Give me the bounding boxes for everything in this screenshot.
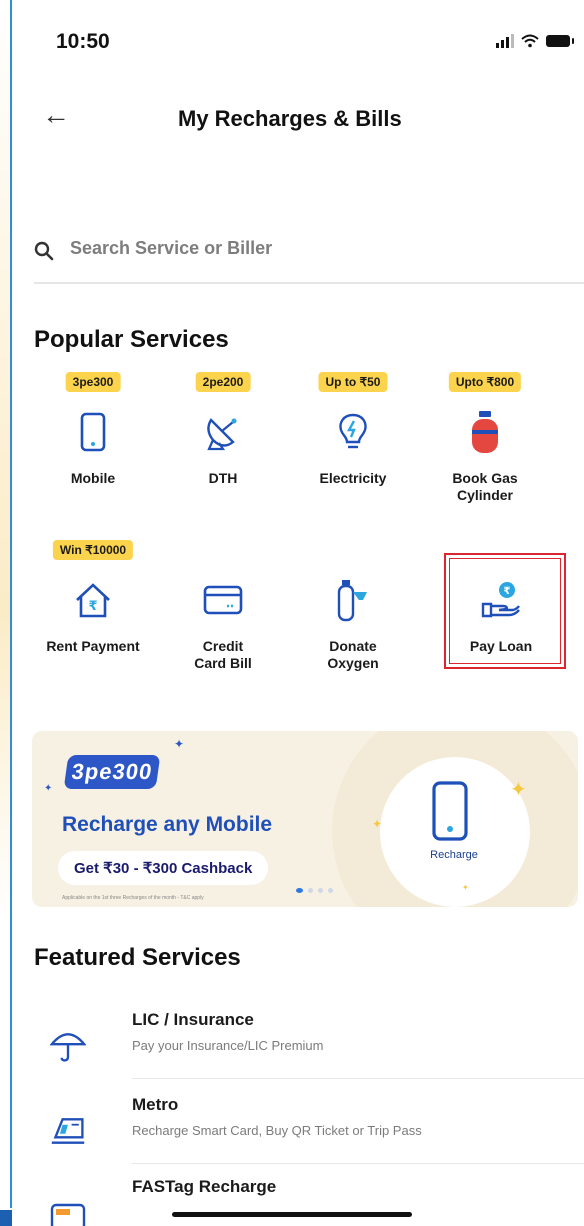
service-badge: Up to ₹50 (318, 372, 388, 392)
service-label: Rent Payment (46, 638, 140, 654)
house-rupee-icon: ₹ (71, 578, 115, 622)
service-book-gas[interactable]: Upto ₹800 Book Gas Cylinder (420, 372, 550, 522)
umbrella-icon (50, 1028, 86, 1064)
service-label: Book Gas Cylinder (452, 470, 518, 503)
carousel-dots (296, 888, 333, 893)
search-icon (34, 241, 54, 261)
service-badge: Win ₹10000 (52, 540, 134, 560)
promo-banner[interactable]: 3pe300 ✦ ✦ Recharge any Mobile Get ₹30 -… (32, 731, 578, 907)
divider (132, 1163, 584, 1164)
search-bar[interactable] (34, 238, 584, 284)
featured-item-title: Metro (132, 1095, 179, 1114)
featured-item-subtitle: Recharge Smart Card, Buy QR Ticket or Tr… (132, 1123, 422, 1138)
bulb-icon (331, 410, 375, 454)
svg-text:₹: ₹ (88, 599, 97, 614)
featured-item-lic[interactable]: LIC / Insurance Pay your Insurance/LIC P… (32, 1010, 584, 1094)
wifi-icon (521, 34, 539, 48)
battery-icon (546, 35, 574, 47)
service-label: Electricity (319, 470, 387, 486)
status-icons (496, 34, 574, 48)
service-donate-oxygen[interactable]: Donate Oxygen (288, 540, 418, 690)
promo-title: Recharge any Mobile (62, 813, 273, 836)
cashback-pill: Get ₹30 - ₹300 Cashback (58, 851, 269, 885)
service-credit-card-bill[interactable]: Credit Card Bill (158, 540, 288, 690)
status-time: 10:50 (56, 30, 110, 53)
mobile-icon (71, 410, 115, 454)
featured-item-metro[interactable]: Metro Recharge Smart Card, Buy QR Ticket… (32, 1095, 584, 1179)
featured-services-title: Featured Services (34, 944, 241, 971)
selected-highlight (444, 553, 566, 669)
promo-logo: 3pe300 (63, 755, 161, 789)
service-badge: 2pe200 (195, 372, 251, 392)
promo-fineprint: Applicable on the 1st three Recharges of… (62, 895, 204, 901)
page-title: My Recharges & Bills (178, 106, 402, 131)
back-arrow-icon[interactable]: ← (42, 101, 70, 129)
popular-services-title: Popular Services (34, 326, 229, 353)
service-mobile[interactable]: 3pe300 Mobile (28, 372, 158, 522)
service-label: Mobile (70, 470, 116, 486)
service-label: Donate Oxygen (327, 638, 379, 671)
oxygen-cylinder-icon (331, 578, 375, 622)
fastag-icon (50, 1199, 86, 1226)
satellite-dish-icon (201, 410, 245, 454)
featured-item-title: FASTag Recharge (132, 1177, 277, 1196)
phone-icon (432, 781, 468, 841)
featured-item-title: LIC / Insurance (132, 1010, 254, 1029)
featured-item-fastag[interactable]: FASTag Recharge (32, 1177, 584, 1226)
service-badge: Upto ₹800 (448, 372, 522, 392)
service-label: Credit Card Bill (194, 638, 252, 671)
featured-item-subtitle: Pay your Insurance/LIC Premium (132, 1038, 324, 1053)
service-label: DTH (208, 470, 238, 486)
promo-recharge-button[interactable]: Recharge (420, 849, 488, 861)
signal-icon (496, 34, 514, 48)
service-rent-payment[interactable]: Win ₹10000 ₹ Rent Payment (28, 540, 158, 690)
metro-icon (50, 1113, 86, 1149)
search-input[interactable] (70, 238, 510, 259)
service-electricity[interactable]: Up to ₹50 Electricity (288, 372, 418, 522)
credit-card-icon (201, 578, 245, 622)
service-badge: 3pe300 (65, 372, 121, 392)
divider (132, 1078, 584, 1079)
gas-cylinder-icon (463, 410, 507, 454)
phone-screen: 10:50 ← My Recharges & Bills Popular Ser… (12, 0, 584, 1226)
home-indicator (172, 1212, 412, 1217)
service-dth[interactable]: 2pe200 DTH (158, 372, 288, 522)
promo-logo-text: 3pe300 (70, 759, 155, 784)
